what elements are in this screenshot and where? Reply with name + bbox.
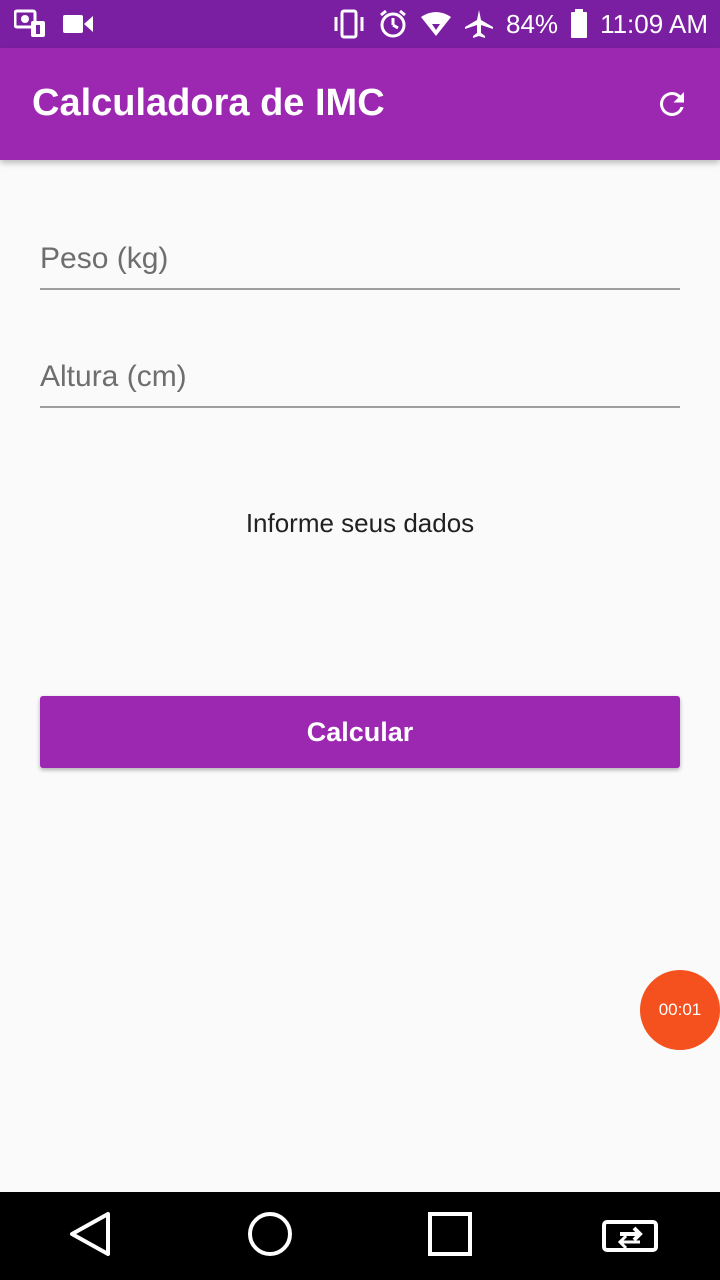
home-button[interactable] — [220, 1192, 320, 1280]
height-input[interactable] — [40, 348, 680, 406]
info-text: Informe seus dados — [245, 508, 475, 538]
video-camera-icon — [62, 13, 94, 35]
calculate-button[interactable]: Calcular — [40, 696, 680, 768]
status-bar: 84% 11:09 AM — [0, 0, 720, 48]
recents-button[interactable] — [400, 1192, 500, 1280]
vibrate-icon — [332, 9, 366, 39]
recording-timer[interactable]: 00:01 — [640, 970, 720, 1050]
wifi-assistant-icon — [14, 9, 48, 39]
alarm-icon — [378, 9, 408, 39]
home-icon — [246, 1210, 294, 1263]
status-time: 11:09 AM — [600, 8, 708, 39]
rotate-screen-icon — [600, 1214, 660, 1259]
battery-icon — [570, 9, 588, 39]
navigation-bar — [0, 1192, 720, 1280]
weight-input[interactable] — [40, 230, 680, 288]
wifi-icon — [420, 11, 452, 37]
airplane-icon — [464, 9, 494, 39]
refresh-icon — [654, 86, 690, 127]
battery-percent: 84% — [506, 8, 559, 39]
weight-field — [40, 230, 680, 290]
back-button[interactable] — [40, 1192, 140, 1280]
recents-icon — [426, 1210, 474, 1263]
back-icon — [68, 1210, 112, 1263]
height-field — [40, 348, 680, 408]
app-bar: Calculadora de IMC — [0, 48, 720, 160]
rotate-screen-button[interactable] — [580, 1192, 680, 1280]
refresh-button[interactable] — [648, 82, 696, 130]
app-title: Calculadora de IMC — [32, 82, 385, 124]
